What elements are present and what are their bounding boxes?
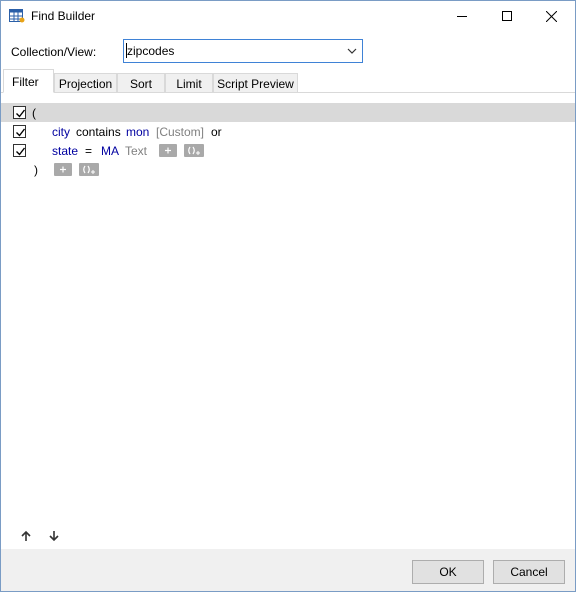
- tab-filter[interactable]: Filter: [3, 69, 54, 93]
- collection-label: Collection/View:: [11, 45, 97, 59]
- check-icon: [16, 128, 26, 137]
- filter-condition-row: city contains mon [Custom] or: [1, 122, 575, 141]
- condition-type[interactable]: [Custom]: [156, 125, 204, 139]
- condition-operator[interactable]: contains: [76, 125, 121, 139]
- arrow-up-icon: [21, 530, 31, 541]
- tab-sort[interactable]: Sort: [117, 73, 165, 93]
- filter-group-row[interactable]: (: [1, 103, 575, 122]
- window-title: Find Builder: [31, 9, 96, 23]
- cancel-button[interactable]: Cancel: [493, 560, 565, 584]
- chevron-down-icon: [347, 48, 357, 54]
- condition-field[interactable]: city: [52, 125, 70, 139]
- arrow-down-icon: [49, 531, 59, 542]
- group-checkbox[interactable]: [13, 106, 26, 119]
- find-builder-dialog: Find Builder Collection/View: zipcodes F…: [0, 0, 576, 592]
- condition-value[interactable]: MA: [101, 144, 119, 158]
- maximize-button[interactable]: [484, 1, 529, 31]
- add-group-button[interactable]: [79, 163, 99, 176]
- tab-limit[interactable]: Limit: [165, 73, 213, 93]
- group-close-paren: ): [34, 163, 38, 177]
- move-down-button[interactable]: [47, 529, 61, 543]
- group-open-paren: (: [32, 106, 36, 120]
- minimize-button[interactable]: [439, 1, 484, 31]
- minimize-icon: [456, 16, 467, 17]
- plus-icon: [165, 147, 171, 154]
- check-icon: [16, 147, 26, 156]
- maximize-icon: [501, 11, 512, 21]
- tab-divider: [1, 92, 575, 93]
- tab-projection[interactable]: Projection: [54, 73, 117, 93]
- filter-group-close-row: ): [1, 160, 575, 179]
- add-group-button[interactable]: [184, 144, 204, 157]
- move-up-button[interactable]: [19, 529, 33, 543]
- collection-value: zipcodes: [125, 43, 175, 58]
- tab-script-preview[interactable]: Script Preview: [213, 73, 298, 93]
- condition-operator[interactable]: =: [85, 144, 92, 158]
- tab-bar: Filter Projection Sort Limit Script Prev…: [1, 69, 576, 93]
- title-bar[interactable]: Find Builder: [1, 1, 575, 31]
- collection-select[interactable]: zipcodes: [123, 39, 363, 63]
- add-group-icon: [188, 146, 200, 155]
- check-icon: [16, 109, 26, 118]
- condition-value[interactable]: mon: [126, 125, 149, 139]
- close-icon: [546, 10, 557, 22]
- condition-checkbox[interactable]: [13, 144, 26, 157]
- plus-icon: [60, 166, 66, 173]
- add-condition-button[interactable]: [159, 144, 177, 157]
- table-window-icon: [9, 9, 25, 23]
- add-condition-button[interactable]: [54, 163, 72, 176]
- condition-checkbox[interactable]: [13, 125, 26, 138]
- condition-conjunction[interactable]: or: [211, 125, 222, 139]
- dialog-footer: OK Cancel: [1, 549, 575, 591]
- ok-button[interactable]: OK: [412, 560, 484, 584]
- filter-condition-row: state = MA Text: [1, 141, 575, 160]
- close-button[interactable]: [529, 1, 574, 31]
- add-group-icon: [83, 165, 95, 174]
- condition-field[interactable]: state: [52, 144, 78, 158]
- condition-type[interactable]: Text: [125, 144, 147, 158]
